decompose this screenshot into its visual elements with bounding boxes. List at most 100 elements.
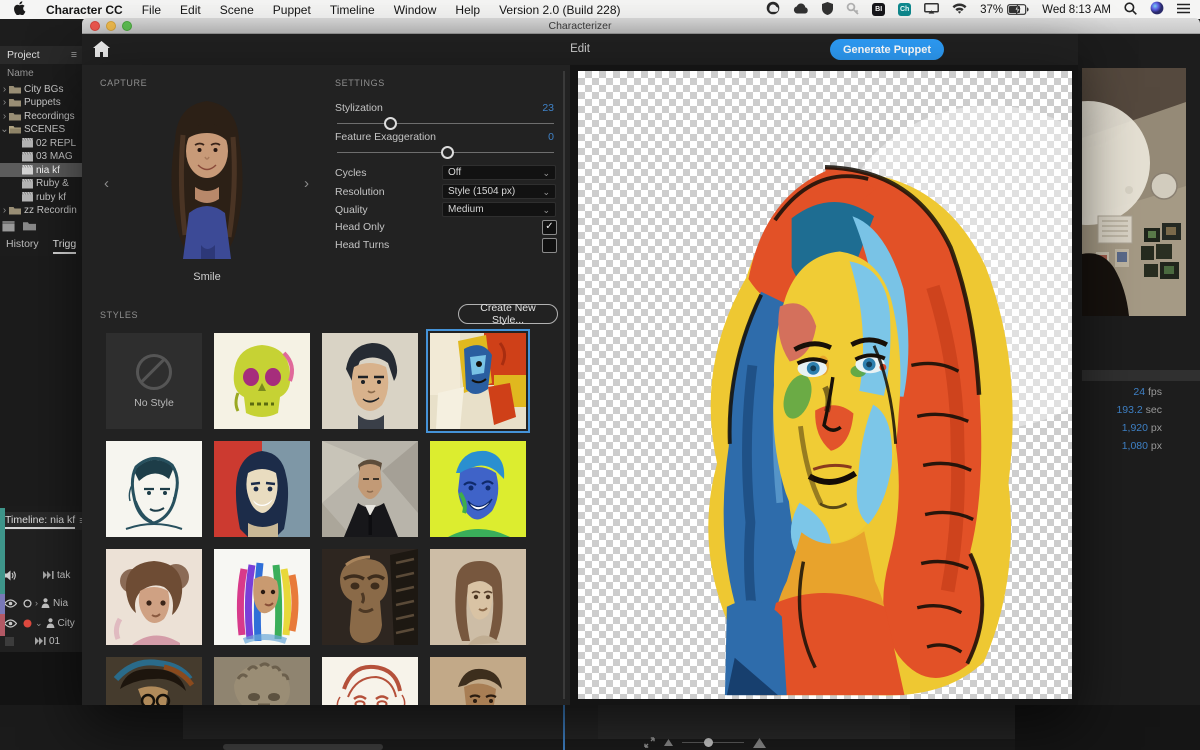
- cycles-dropdown[interactable]: Off ⌄: [442, 165, 556, 180]
- create-new-style-button[interactable]: Create New Style...: [458, 304, 558, 324]
- horizontal-scrollbar[interactable]: [223, 744, 383, 750]
- spotlight-search-icon[interactable]: [1124, 2, 1137, 18]
- speaker-icon[interactable]: [4, 570, 16, 581]
- quality-dropdown[interactable]: Medium ⌄: [442, 202, 556, 217]
- new-scene-icon[interactable]: [2, 221, 15, 232]
- notification-center-icon[interactable]: [1177, 3, 1190, 17]
- track-expand-icon[interactable]: ›: [35, 598, 38, 608]
- feature-exaggeration-slider[interactable]: [337, 152, 554, 153]
- key-icon[interactable]: [846, 2, 859, 18]
- timeline-tab[interactable]: Timeline: nia kf: [5, 514, 75, 529]
- style-tile-skull-painting[interactable]: [214, 333, 310, 429]
- tree-chevron-icon[interactable]: ›: [0, 97, 9, 108]
- eye-icon[interactable]: [4, 599, 17, 608]
- style-tile-neon-pop[interactable]: [430, 441, 526, 537]
- character-animator-badge[interactable]: Ch: [898, 3, 911, 16]
- window-titlebar[interactable]: Characterizer: [82, 18, 1200, 34]
- styles-scrollbar[interactable]: [563, 71, 565, 699]
- tab-triggers[interactable]: Trigg: [53, 238, 77, 254]
- menu-edit[interactable]: Edit: [180, 3, 201, 17]
- project-panel-menu-icon[interactable]: ≡: [71, 49, 82, 61]
- siri-icon[interactable]: [1150, 1, 1164, 18]
- close-button[interactable]: [90, 21, 100, 31]
- generate-puppet-button[interactable]: Generate Puppet: [830, 39, 944, 60]
- style-tile-watercolor-child[interactable]: [106, 549, 202, 645]
- style-tile-stone-sculpture[interactable]: [214, 657, 310, 705]
- style-tile-lowpoly-photo[interactable]: [322, 441, 418, 537]
- menu-window[interactable]: Window: [394, 3, 437, 17]
- airplay-display-icon[interactable]: [924, 3, 939, 17]
- stylization-slider[interactable]: [337, 123, 554, 124]
- head-only-checkbox[interactable]: ✓: [542, 220, 557, 235]
- capture-next-icon[interactable]: ›: [304, 178, 309, 190]
- feature-exaggeration-slider-thumb[interactable]: [441, 146, 454, 159]
- wifi-icon[interactable]: [952, 3, 967, 17]
- resolution-dropdown[interactable]: Style (1504 px) ⌄: [442, 184, 556, 199]
- track-collapse-icon[interactable]: ⌄: [35, 618, 43, 629]
- style-tile-poster-pop[interactable]: [214, 441, 310, 537]
- style-tile-no-style[interactable]: No Style: [106, 333, 202, 429]
- stylization-slider-thumb[interactable]: [384, 117, 397, 130]
- timeline-zoom-slider[interactable]: [682, 738, 744, 748]
- menu-timeline[interactable]: Timeline: [330, 3, 375, 17]
- menu-scene[interactable]: Scene: [220, 3, 254, 17]
- menu-app-name[interactable]: Character CC: [46, 3, 123, 17]
- fit-timeline-icon[interactable]: [644, 737, 655, 748]
- creative-cloud-icon[interactable]: [766, 1, 780, 18]
- style-tile-oil-painting[interactable]: [106, 657, 202, 705]
- fullscreen-button[interactable]: [122, 21, 132, 31]
- project-item-city-bgs[interactable]: › City BGs: [0, 82, 82, 96]
- style-tile-wood-carving[interactable]: [322, 549, 418, 645]
- timeline-track-take[interactable]: tak: [0, 566, 82, 584]
- tree-chevron-icon[interactable]: ›: [0, 111, 9, 122]
- project-item-scenes[interactable]: ⌄ SCENES: [0, 123, 82, 137]
- zoom-slider-thumb[interactable]: [704, 738, 713, 747]
- history-triggers-tabs: History Trigg: [0, 238, 82, 254]
- tab-history[interactable]: History: [6, 238, 39, 254]
- style-tile-rainbow-watercolor[interactable]: [214, 549, 310, 645]
- project-item-recordings[interactable]: › Recordings: [0, 109, 82, 123]
- apple-menu-icon[interactable]: [14, 1, 27, 18]
- record-active-icon[interactable]: [23, 619, 32, 628]
- stylized-portrait-preview[interactable]: [578, 71, 1072, 699]
- menu-puppet[interactable]: Puppet: [273, 3, 311, 17]
- style-tile-red-sketch[interactable]: [322, 657, 418, 705]
- new-folder-icon[interactable]: [23, 221, 36, 231]
- eye-icon[interactable]: [4, 619, 17, 628]
- tree-chevron-icon[interactable]: ›: [0, 205, 9, 216]
- timeline-track-01[interactable]: 01: [0, 632, 82, 650]
- bi-app-badge[interactable]: BI: [872, 3, 885, 16]
- minimize-button[interactable]: [106, 21, 116, 31]
- home-icon[interactable]: [93, 41, 110, 57]
- cloud-sync-icon[interactable]: [793, 3, 809, 17]
- style-tile-comic-portrait[interactable]: [322, 333, 418, 429]
- menubar-clock[interactable]: Wed 8:13 AM: [1042, 4, 1111, 16]
- battery-status[interactable]: 37%: [980, 4, 1029, 16]
- style-tile-sepia-drawing[interactable]: [430, 549, 526, 645]
- keyframe-nav-icon[interactable]: [43, 571, 54, 579]
- style-tile-sepia-portrait[interactable]: [430, 657, 526, 705]
- style-tile-cubist-portrait[interactable]: [430, 333, 526, 429]
- capture-prev-icon[interactable]: ‹: [104, 178, 109, 190]
- timeline-track-nia[interactable]: › Nia: [0, 594, 82, 612]
- shield-icon[interactable]: [822, 2, 833, 18]
- keyframe-nav-icon[interactable]: [35, 637, 46, 645]
- style-tile-ink-sketch[interactable]: [106, 441, 202, 537]
- head-turns-checkbox[interactable]: [542, 238, 557, 253]
- cycles-label: Cycles: [335, 167, 367, 179]
- project-tab[interactable]: Project: [7, 49, 40, 61]
- menu-help[interactable]: Help: [455, 3, 480, 17]
- zoom-in-icon[interactable]: [753, 738, 766, 748]
- timeline-track-city[interactable]: ⌄ City: [0, 614, 82, 632]
- record-arm-icon[interactable]: [23, 599, 32, 608]
- tree-chevron-icon[interactable]: ›: [0, 84, 9, 95]
- playhead-line[interactable]: [563, 705, 565, 750]
- tab-edit[interactable]: Edit: [570, 43, 590, 55]
- zoom-out-icon[interactable]: [664, 739, 673, 746]
- tree-chevron-icon[interactable]: ⌄: [0, 124, 9, 135]
- menu-version[interactable]: Version 2.0 (Build 228): [499, 3, 620, 17]
- project-item-puppets[interactable]: › Puppets: [0, 96, 82, 110]
- capture-photo[interactable]: [157, 95, 257, 273]
- project-item-zz-recordings[interactable]: › zz Recordin: [0, 204, 82, 218]
- menu-file[interactable]: File: [142, 3, 161, 17]
